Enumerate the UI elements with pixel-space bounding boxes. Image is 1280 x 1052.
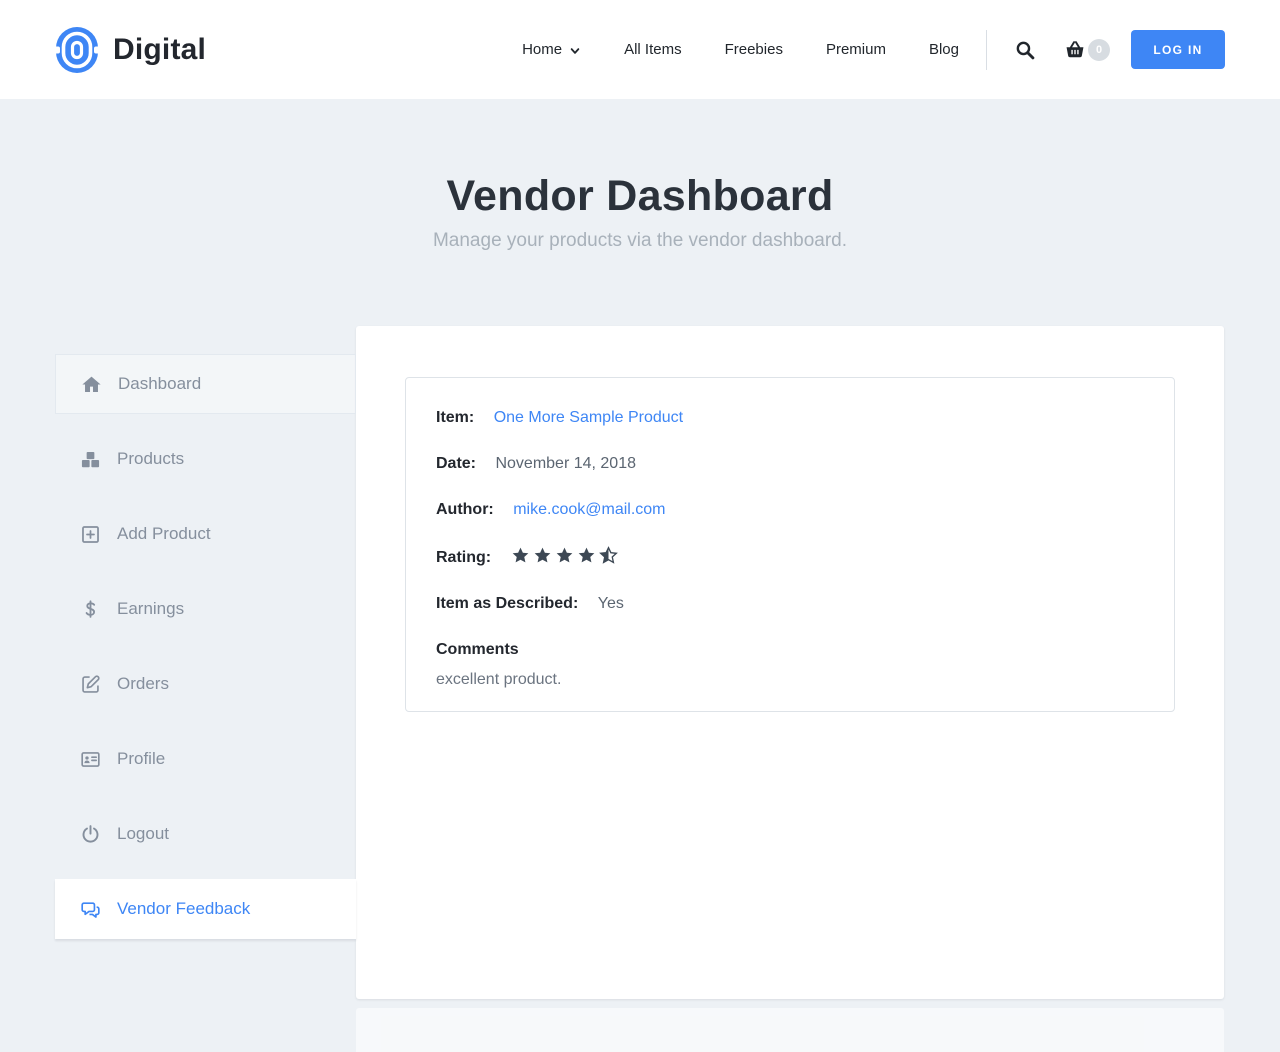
nav-item-label: Premium bbox=[826, 41, 886, 58]
id-card-icon bbox=[78, 747, 102, 771]
feedback-rating-row: Rating: bbox=[436, 546, 1144, 567]
feedback-date-row: Date: November 14, 2018 bbox=[436, 454, 1144, 473]
nav-divider bbox=[986, 30, 987, 70]
date-value: November 14, 2018 bbox=[495, 455, 636, 472]
described-label: Item as Described: bbox=[436, 595, 578, 612]
sidebar-item-label: Logout bbox=[117, 824, 169, 844]
sidebar-item-label: Earnings bbox=[117, 599, 184, 619]
nav-item-label: Home bbox=[522, 41, 562, 58]
comments-icon bbox=[78, 897, 102, 921]
nav-item-home[interactable]: Home bbox=[522, 41, 581, 58]
sidebar-item-orders[interactable]: Orders bbox=[55, 654, 356, 714]
main-content-card: Item: One More Sample Product Date: Nove… bbox=[356, 326, 1224, 999]
rating-label: Rating: bbox=[436, 549, 491, 566]
next-feedback-card-partial bbox=[356, 1008, 1224, 1052]
nav-item-label: Freebies bbox=[725, 41, 783, 58]
nav-item-freebies[interactable]: Freebies bbox=[725, 41, 783, 58]
star-rating bbox=[511, 546, 618, 565]
page-subtitle: Manage your products via the vendor dash… bbox=[0, 230, 1280, 252]
sidebar-item-label: Vendor Feedback bbox=[117, 899, 250, 919]
feedback-detail-card: Item: One More Sample Product Date: Nove… bbox=[405, 377, 1175, 712]
feedback-item-row: Item: One More Sample Product bbox=[436, 408, 1144, 427]
nav-item-premium[interactable]: Premium bbox=[826, 41, 886, 58]
nav-item-all-items[interactable]: All Items bbox=[624, 41, 682, 58]
comments-text: excellent product. bbox=[436, 670, 1144, 689]
dollar-icon bbox=[78, 597, 102, 621]
home-icon bbox=[79, 372, 103, 396]
sidebar-item-label: Add Product bbox=[117, 524, 211, 544]
brand-name[interactable]: Digital bbox=[113, 33, 206, 67]
item-link[interactable]: One More Sample Product bbox=[494, 409, 683, 426]
plus-square-icon bbox=[78, 522, 102, 546]
basket-icon bbox=[1063, 38, 1087, 62]
sidebar-item-dashboard[interactable]: Dashboard bbox=[55, 354, 356, 414]
caret-down-icon bbox=[569, 45, 581, 57]
sidebar-item-logout[interactable]: Logout bbox=[55, 804, 356, 864]
sidebar-item-products[interactable]: Products bbox=[55, 429, 356, 489]
feedback-comments-row: Comments excellent product. bbox=[436, 640, 1144, 689]
feedback-author-row: Author: mike.cook@mail.com bbox=[436, 500, 1144, 519]
login-button[interactable]: LOG IN bbox=[1131, 30, 1225, 69]
cart-count-badge: 0 bbox=[1088, 39, 1110, 61]
sidebar-item-label: Dashboard bbox=[118, 374, 201, 394]
nav-menu: Home All Items Freebies Premium Blog bbox=[522, 0, 1225, 99]
brand[interactable]: Digital bbox=[55, 0, 206, 99]
sidebar-item-profile[interactable]: Profile bbox=[55, 729, 356, 789]
cart-button[interactable]: 0 bbox=[1063, 38, 1110, 62]
sidebar-item-add-product[interactable]: Add Product bbox=[55, 504, 356, 564]
author-label: Author: bbox=[436, 501, 494, 518]
sidebar-item-earnings[interactable]: Earnings bbox=[55, 579, 356, 639]
nav-item-label: Blog bbox=[929, 41, 959, 58]
hero-section: Vendor Dashboard Manage your products vi… bbox=[0, 99, 1280, 252]
brand-logo-icon bbox=[55, 26, 99, 74]
author-email-link[interactable]: mike.cook@mail.com bbox=[513, 501, 665, 518]
sidebar-item-vendor-feedback[interactable]: Vendor Feedback bbox=[55, 879, 356, 939]
nav-item-label: All Items bbox=[624, 41, 682, 58]
sidebar-item-label: Products bbox=[117, 449, 184, 469]
page-title: Vendor Dashboard bbox=[0, 172, 1280, 221]
item-label: Item: bbox=[436, 409, 474, 426]
nav-links: Home All Items Freebies Premium Blog bbox=[522, 41, 959, 58]
comments-label: Comments bbox=[436, 641, 519, 658]
sidebar-items: Dashboard Products Add Product Earnings … bbox=[55, 354, 356, 939]
cubes-icon bbox=[78, 447, 102, 471]
nav-item-blog[interactable]: Blog bbox=[929, 41, 959, 58]
date-label: Date: bbox=[436, 455, 476, 472]
sidebar-item-label: Orders bbox=[117, 674, 169, 694]
edit-icon bbox=[78, 672, 102, 696]
vendor-sidebar: Dashboard Products Add Product Earnings … bbox=[55, 354, 356, 954]
feedback-described-row: Item as Described: Yes bbox=[436, 594, 1144, 613]
power-icon bbox=[78, 822, 102, 846]
top-navbar: Digital Home All Items Freebies Premium … bbox=[0, 0, 1280, 99]
described-value: Yes bbox=[598, 595, 624, 612]
sidebar-item-label: Profile bbox=[117, 749, 165, 769]
search-icon[interactable] bbox=[1013, 38, 1037, 62]
